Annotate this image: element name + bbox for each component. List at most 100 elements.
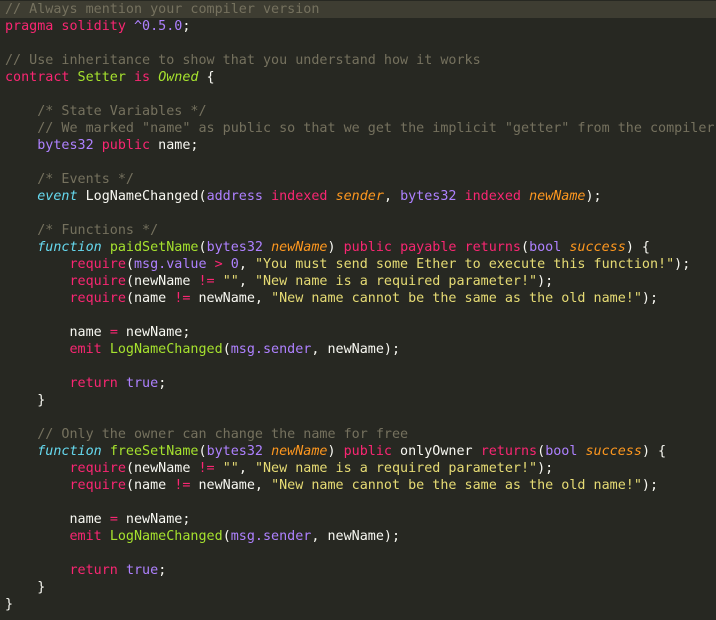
- code-line[interactable]: bytes32 public name;: [5, 137, 714, 154]
- code-line[interactable]: name = newName;: [5, 324, 714, 341]
- code-token: returns: [480, 444, 538, 459]
- code-line[interactable]: [5, 86, 714, 103]
- code-token: =: [109, 512, 118, 527]
- code-token: (newName: [125, 461, 199, 476]
- code-line[interactable]: require(newName != "", "New name is a re…: [5, 273, 714, 290]
- code-token: }: [5, 597, 14, 612]
- code-line[interactable]: contract Setter is Owned {: [5, 69, 714, 86]
- code-token: bytes32: [206, 444, 263, 459]
- code-token: require: [69, 257, 126, 272]
- code-line[interactable]: [5, 35, 714, 52]
- code-token: "New name is a required parameter!": [254, 461, 538, 476]
- code-token: !=: [174, 478, 191, 493]
- code-line[interactable]: name = newName;: [5, 511, 714, 528]
- code-line[interactable]: [5, 205, 714, 222]
- code-line[interactable]: function freeSetName(bytes32 newName) pu…: [5, 443, 714, 460]
- code-line[interactable]: [5, 358, 714, 375]
- code-token: function: [37, 444, 102, 459]
- code-line[interactable]: // Always mention your compiler version: [5, 1, 714, 18]
- code-token: Owned: [158, 70, 199, 85]
- code-line[interactable]: return true;: [5, 562, 714, 579]
- code-line[interactable]: /* State Variables */: [5, 103, 714, 120]
- code-editor[interactable]: // Always mention your compiler version p…: [0, 0, 716, 620]
- code-line[interactable]: require(name != newName, "New name canno…: [5, 290, 714, 307]
- code-token: ,: [238, 274, 255, 289]
- code-token: (: [198, 240, 207, 255]
- code-token: indexed: [271, 189, 328, 204]
- code-token: =: [109, 325, 118, 340]
- code-line[interactable]: require(newName != "", "New name is a re…: [5, 460, 714, 477]
- code-token: {: [198, 70, 215, 85]
- code-line[interactable]: }: [5, 596, 714, 613]
- code-token: /* Events */: [5, 172, 134, 187]
- code-token: newName,: [190, 478, 272, 493]
- code-line[interactable]: emit LogNameChanged(msg.sender, newName)…: [5, 528, 714, 545]
- code-token: ,: [238, 461, 255, 476]
- code-line[interactable]: [5, 307, 714, 324]
- code-line[interactable]: // We marked "name" as public so that we…: [5, 120, 714, 137]
- code-token: );: [537, 274, 554, 289]
- code-token: indexed: [464, 189, 521, 204]
- code-line[interactable]: /* Functions */: [5, 222, 714, 239]
- code-line[interactable]: [5, 409, 714, 426]
- code-token: "": [222, 461, 239, 476]
- code-line[interactable]: /* Events */: [5, 171, 714, 188]
- code-line[interactable]: // Only the owner can change the name fo…: [5, 426, 714, 443]
- code-token: emit: [69, 342, 102, 357]
- code-token: (: [521, 240, 530, 255]
- code-line[interactable]: // Use inheritance to show that you unde…: [5, 52, 714, 69]
- code-line[interactable]: }: [5, 392, 714, 409]
- code-token: LogNameChanged(: [77, 189, 207, 204]
- code-token: true: [125, 376, 159, 391]
- code-line[interactable]: event LogNameChanged(address indexed sen…: [5, 188, 714, 205]
- code-line[interactable]: pragma solidity ^0.5.0;: [5, 18, 714, 35]
- code-line[interactable]: [5, 494, 714, 511]
- code-token: returns: [464, 240, 521, 255]
- code-token: (: [222, 342, 231, 357]
- code-token: , newName);: [311, 342, 401, 357]
- code-token: require: [69, 274, 126, 289]
- code-token: bytes32: [206, 240, 263, 255]
- code-token: event: [37, 189, 78, 204]
- code-token: }: [5, 393, 46, 408]
- code-line[interactable]: function paidSetName(bytes32 newName) pu…: [5, 239, 714, 256]
- code-line[interactable]: emit LogNameChanged(msg.sender, newName)…: [5, 341, 714, 358]
- code-line[interactable]: require(msg.value > 0, "You must send so…: [5, 256, 714, 273]
- code-line[interactable]: require(name != newName, "New name canno…: [5, 477, 714, 494]
- code-text-area[interactable]: // Always mention your compiler version p…: [5, 1, 714, 613]
- code-token: !=: [174, 291, 191, 306]
- code-token: newName,: [190, 291, 272, 306]
- code-token: is: [134, 70, 151, 85]
- code-token: newName;: [117, 325, 191, 340]
- code-token: (name: [125, 291, 175, 306]
- code-token: pragma solidity: [5, 19, 134, 34]
- code-line[interactable]: [5, 154, 714, 171]
- code-token: bool: [545, 444, 578, 459]
- code-token: address: [206, 189, 263, 204]
- code-token: // Only the owner can change the name fo…: [5, 427, 409, 442]
- code-line[interactable]: [5, 545, 714, 562]
- code-line[interactable]: return true;: [5, 375, 714, 392]
- code-line[interactable]: }: [5, 579, 714, 596]
- code-token: 0: [230, 257, 239, 272]
- code-token: newName: [529, 189, 586, 204]
- code-token: require: [69, 291, 126, 306]
- code-token: success: [569, 240, 626, 255]
- code-token: msg.sender: [230, 529, 312, 544]
